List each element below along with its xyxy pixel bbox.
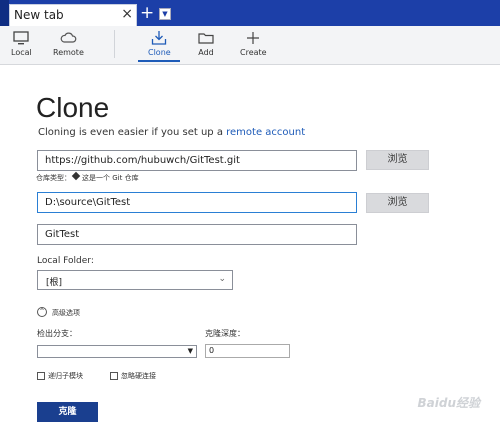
chevron-down-icon[interactable]: ▼	[159, 8, 171, 20]
close-icon[interactable]: ×	[121, 6, 133, 22]
toolbar-separator	[114, 30, 115, 58]
source-url-input[interactable]: https://github.com/hubuwch/GitTest.git	[37, 150, 357, 171]
depth-input[interactable]: 0	[205, 344, 290, 358]
recurse-submodules-checkbox[interactable]	[37, 372, 45, 380]
toolbar-label: Add	[198, 48, 214, 57]
ignore-hardlinks-label: 忽略硬连接	[121, 372, 156, 380]
local-folder-value: [根]	[46, 278, 63, 288]
toolbar-clone-button[interactable]: Clone	[148, 30, 171, 57]
subtitle-text: Cloning is even easier if you set up a	[38, 127, 227, 138]
toolbar-remote-button[interactable]: Remote	[53, 30, 84, 57]
chevron-up-icon[interactable]: ^	[37, 307, 47, 317]
depth-label: 克隆深度：	[205, 329, 245, 338]
name-input[interactable]: GitTest	[37, 224, 357, 245]
monitor-icon	[13, 31, 30, 45]
folder-icon	[198, 33, 214, 44]
destination-path-input[interactable]: D:\source\GitTest	[37, 192, 357, 213]
tab-strip: New tab × + ▼	[0, 0, 500, 26]
tab-title: New tab	[14, 8, 64, 22]
advanced-options-label: 高级选项	[52, 309, 80, 317]
branch-select[interactable]: ▼	[37, 345, 197, 358]
active-tab-indicator	[138, 60, 180, 62]
caret-down-icon: ▼	[187, 347, 193, 355]
cloud-icon	[61, 32, 77, 43]
remote-account-link[interactable]: remote account	[226, 127, 305, 138]
tab-new-tab[interactable]: New tab ×	[9, 4, 137, 26]
toolbar-label: Local	[11, 48, 32, 57]
toolbar-label: Remote	[53, 48, 84, 57]
browse-destination-button[interactable]: 浏览	[366, 193, 429, 213]
toolbar-add-button[interactable]: Add	[197, 30, 215, 57]
plus-icon	[247, 32, 260, 44]
page-title: Clone	[36, 92, 110, 123]
repo-type-label: 仓库类型：	[36, 174, 71, 182]
clone-button[interactable]: 克隆	[37, 402, 98, 422]
page-subtitle: Cloning is even easier if you set up a r…	[38, 127, 305, 138]
chevron-down-icon: ⌄	[218, 274, 226, 284]
ignore-hardlinks-checkbox[interactable]	[110, 372, 118, 380]
browse-source-button[interactable]: 浏览	[366, 150, 429, 170]
local-folder-label: Local Folder:	[37, 256, 94, 266]
toolbar-label: Clone	[148, 48, 171, 57]
repo-type-info: 仓库类型： 这是一个 Git 仓库	[36, 171, 139, 183]
branch-label: 检出分支：	[37, 329, 77, 338]
download-icon	[152, 31, 167, 45]
toolbar-label: Create	[240, 48, 267, 57]
app-logo	[0, 0, 9, 26]
toolbar-local-button[interactable]: Local	[11, 30, 32, 57]
watermark: Baidu经验	[417, 396, 481, 410]
local-folder-select[interactable]: [根] ⌄	[37, 270, 233, 290]
git-icon	[71, 171, 81, 181]
recurse-submodules-label: 递归子模块	[48, 372, 83, 380]
repo-type-value: 这是一个 Git 仓库	[82, 174, 139, 182]
new-tab-button[interactable]: +	[140, 4, 154, 22]
toolbar-create-button[interactable]: Create	[240, 30, 267, 57]
